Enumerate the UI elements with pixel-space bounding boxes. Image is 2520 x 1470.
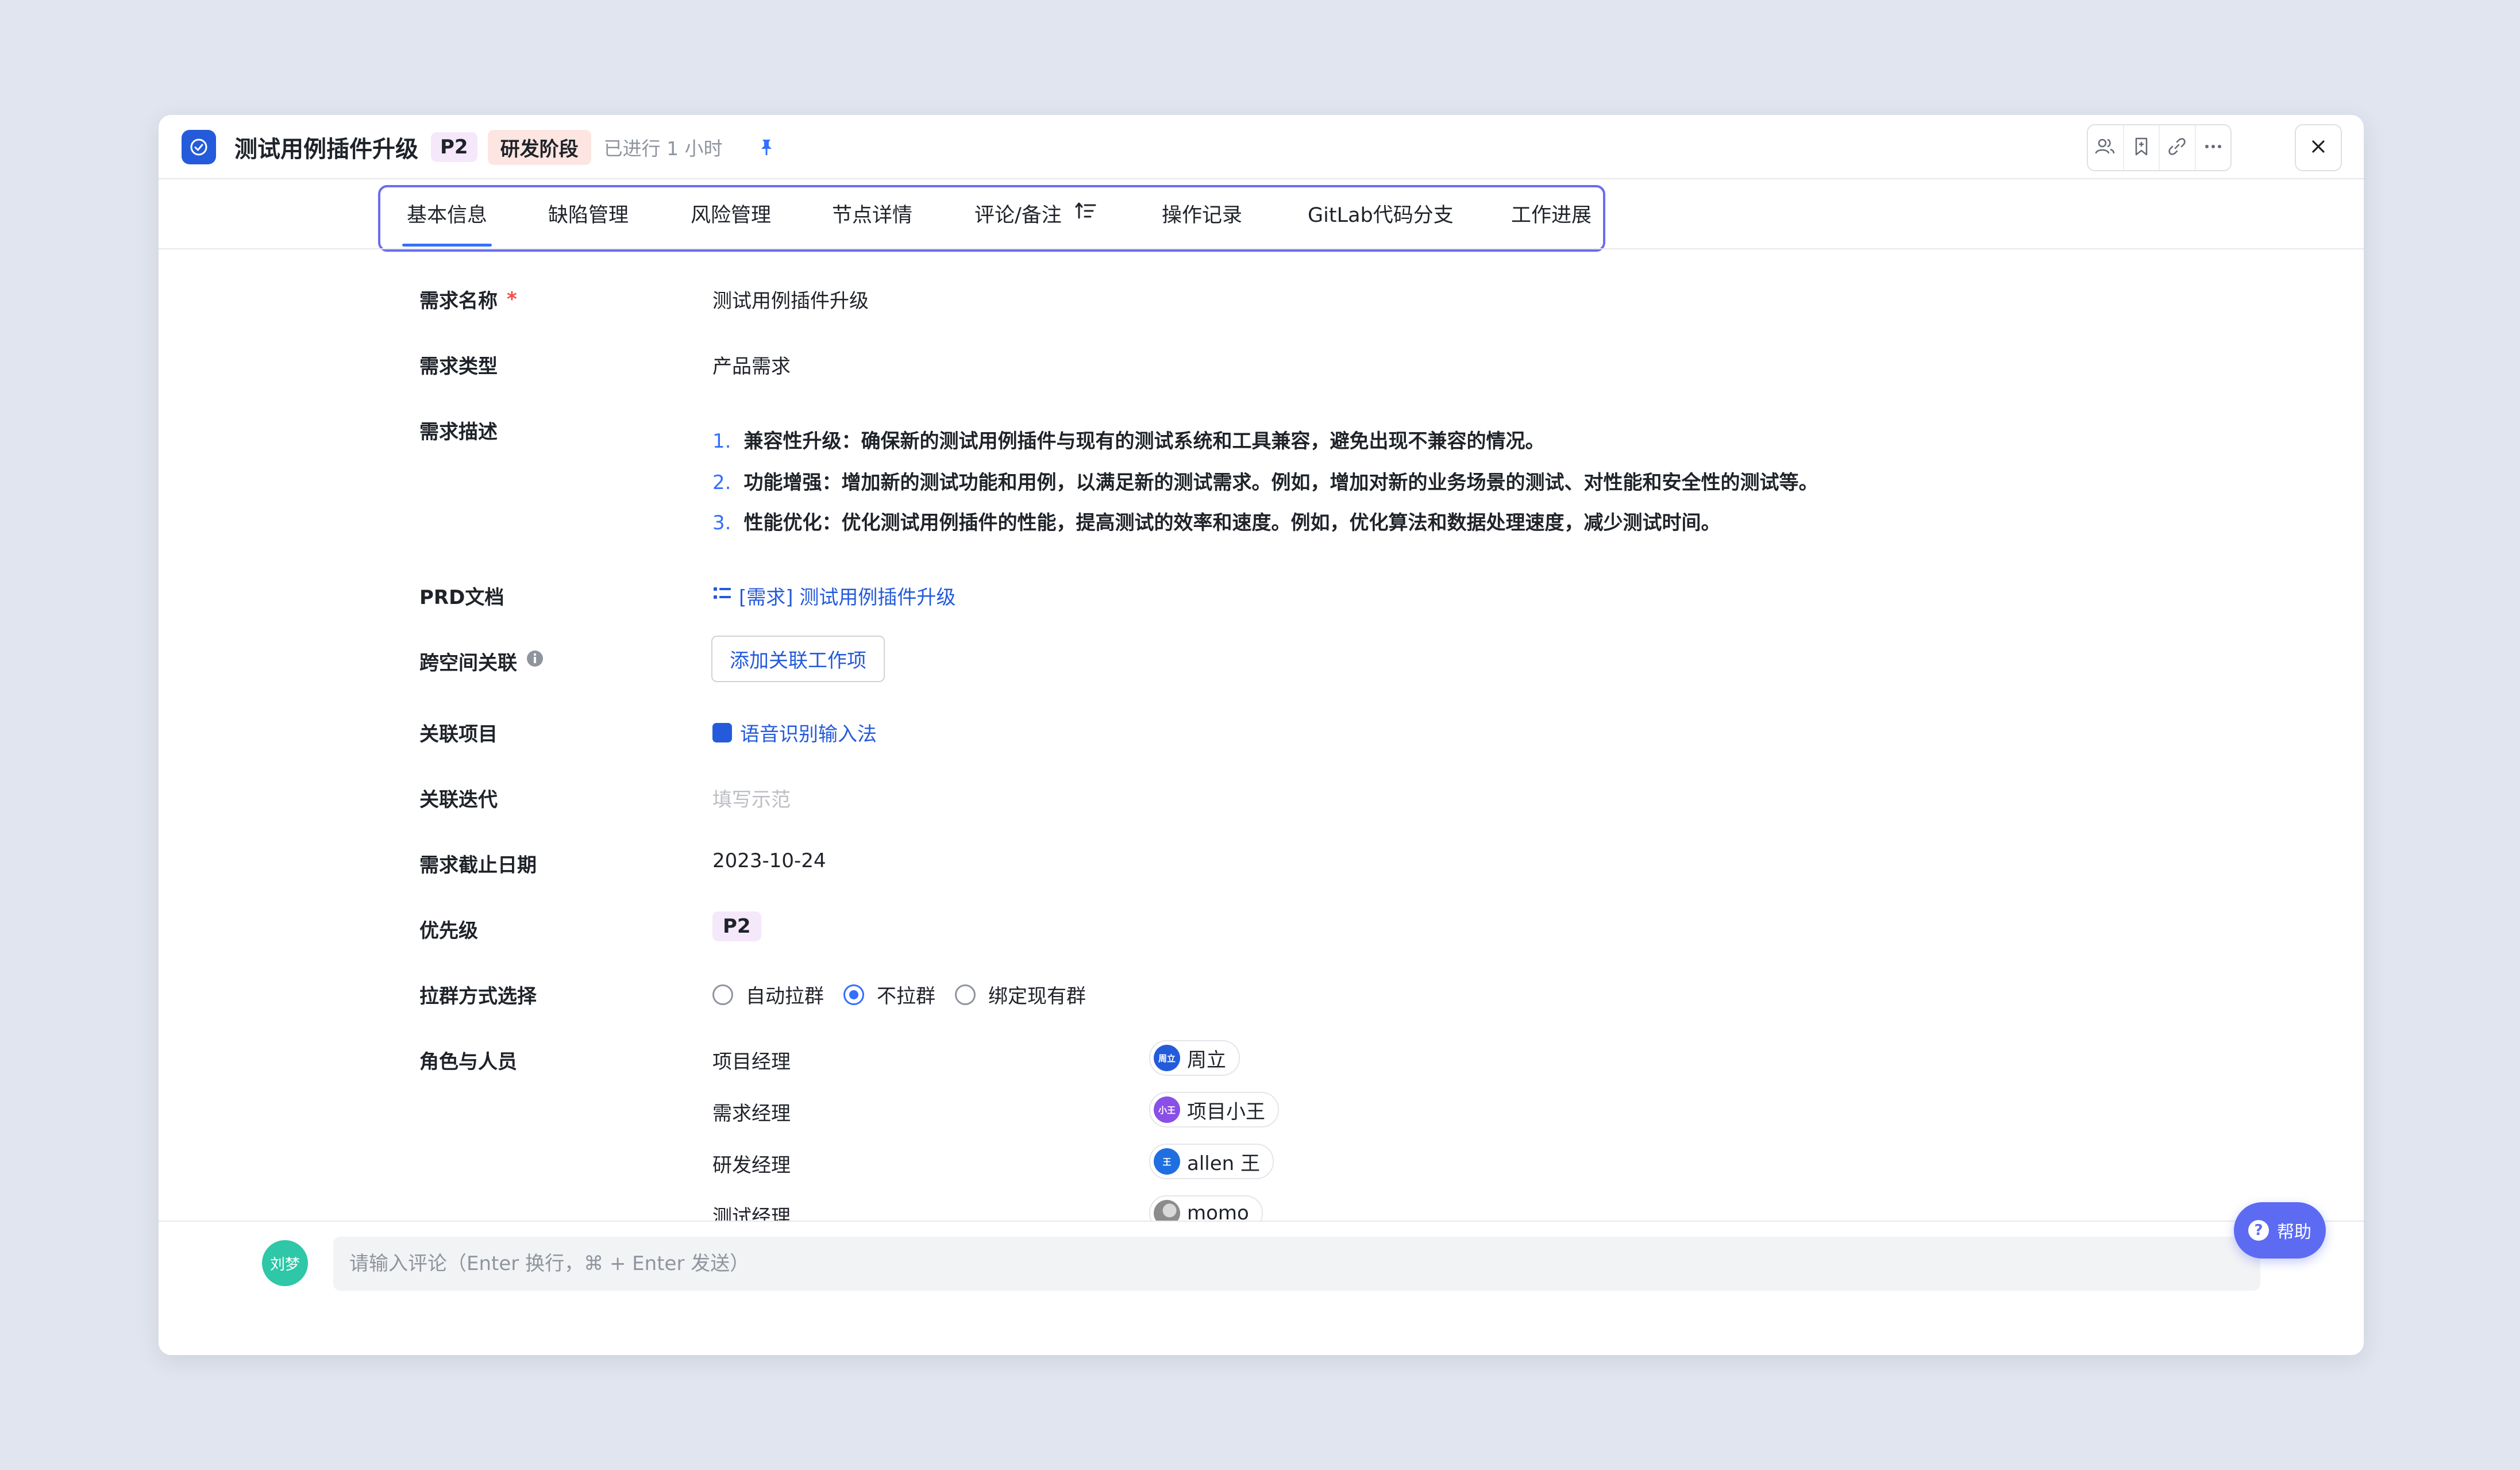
field-label-priority: 优先级 <box>419 919 478 942</box>
more-button[interactable] <box>2196 125 2231 170</box>
tabs-divider <box>159 248 2364 249</box>
bookmark-button[interactable] <box>2124 125 2160 170</box>
project-name: 语音识别输入法 <box>740 723 877 746</box>
current-user-avatar: 刘梦 <box>262 1240 308 1286</box>
more-dots-icon <box>2202 135 2225 160</box>
radio-label[interactable]: 不拉群 <box>877 980 935 1009</box>
comment-footer: 刘梦 <box>159 1221 2364 1355</box>
priority-field[interactable]: P2 <box>712 911 761 941</box>
person-chip[interactable]: 王 allen 王 <box>1149 1144 1274 1179</box>
name-value[interactable]: 测试用例插件升级 <box>712 285 869 313</box>
modal-header: 测试用例插件升级 P2 研发阶段 已进行 1 小时 <box>159 115 2364 178</box>
type-value[interactable]: 产品需求 <box>712 351 791 379</box>
field-label-prd: PRD文档 <box>419 586 504 609</box>
members-button[interactable] <box>2088 125 2124 170</box>
radio-label[interactable]: 绑定现有群 <box>988 980 1086 1009</box>
role-name: 项目经理 <box>712 1050 791 1073</box>
description-text: 性能优化：优化测试用例插件的性能，提高测试的效率和速度。例如，优化算法和数据处理… <box>743 511 1721 534</box>
basic-info-form: 需求名称 * 测试用例插件升级 需求类型 产品需求 需求描述 1. 兼容性升级：确… <box>159 253 2364 1355</box>
bookmark-icon <box>2130 135 2153 160</box>
field-label-cross-space: 跨空间关联 <box>419 647 545 675</box>
field-label-type: 需求类型 <box>419 355 498 378</box>
radio-no-group[interactable] <box>843 984 864 1005</box>
sort-icon[interactable] <box>1074 201 1097 226</box>
help-label: 帮助 <box>2277 1222 2311 1242</box>
prd-link-text: [需求] 测试用例插件升级 <box>739 586 956 609</box>
tab-comments[interactable]: 评论/备注 <box>974 199 1097 228</box>
tab-work-progress[interactable]: 工作进展 <box>1511 199 1592 228</box>
tab-bar: 基本信息 缺陷管理 风险管理 节点详情 评论/备注 操作记录 GitLab代码分… <box>159 179 2364 252</box>
role-name: 需求经理 <box>712 1102 791 1125</box>
person-name: allen 王 <box>1187 1152 1261 1175</box>
description-item: 1. 兼容性升级：确保新的测试用例插件与现有的测试系统和工具兼容，避免出现不兼容的… <box>712 425 1544 453</box>
avatar: 周立 <box>1154 1045 1180 1071</box>
tab-basic-info[interactable]: 基本信息 <box>407 199 487 228</box>
tab-gitlab-branch[interactable]: GitLab代码分支 <box>1308 199 1454 228</box>
tab-risk-management[interactable]: 风险管理 <box>691 199 771 228</box>
name-label-text: 需求名称 <box>419 290 498 313</box>
description-item: 3. 性能优化：优化测试用例插件的性能，提高测试的效率和速度。例如，优化算法和数据… <box>712 507 1720 535</box>
tab-defect-management[interactable]: 缺陷管理 <box>548 199 629 228</box>
elapsed-time: 已进行 1 小时 <box>603 137 723 160</box>
stage-tag[interactable]: 研发阶段 <box>487 129 591 165</box>
role-name: 研发经理 <box>712 1154 791 1177</box>
required-star: * <box>507 287 517 311</box>
help-button[interactable]: ? 帮助 <box>2234 1202 2326 1259</box>
person-name: 周立 <box>1187 1048 1226 1072</box>
page-title: 测试用例插件升级 <box>234 136 418 163</box>
field-label-roles: 角色与人员 <box>419 1050 517 1073</box>
radio-label[interactable]: 自动拉群 <box>746 980 824 1009</box>
person-name: 项目小王 <box>1187 1100 1265 1123</box>
group-radio-group: 自动拉群 不拉群 绑定现有群 <box>712 980 1105 1009</box>
tab-node-details[interactable]: 节点详情 <box>832 199 912 228</box>
radio-auto-group[interactable] <box>712 984 733 1005</box>
copy-link-button[interactable] <box>2160 125 2196 170</box>
list-number: 3. <box>712 511 731 534</box>
person-chip[interactable]: 小王 项目小王 <box>1149 1092 1279 1127</box>
description-item: 2. 功能增强：增加新的测试功能和用例，以满足新的测试需求。例如，增加对新的业务场… <box>712 467 1818 495</box>
close-button[interactable] <box>2295 124 2342 171</box>
add-related-work-item-button[interactable]: 添加关联工作项 <box>711 636 885 682</box>
deadline-value[interactable]: 2023-10-24 <box>712 849 826 872</box>
field-label-group: 拉群方式选择 <box>419 985 537 1008</box>
list-number: 1. <box>712 430 731 453</box>
field-label-description: 需求描述 <box>419 421 498 444</box>
pin-icon[interactable] <box>756 137 777 157</box>
field-label-deadline: 需求截止日期 <box>419 854 537 877</box>
close-icon <box>2308 136 2329 159</box>
tab-comments-label: 评论/备注 <box>974 204 1062 227</box>
avatar: 王 <box>1154 1148 1180 1175</box>
priority-tag[interactable]: P2 <box>431 132 477 162</box>
header-title-group: 测试用例插件升级 P2 研发阶段 已进行 1 小时 <box>182 128 777 167</box>
prd-link[interactable]: [需求] 测试用例插件升级 <box>712 582 955 610</box>
page-stage: 测试用例插件升级 P2 研发阶段 已进行 1 小时 基本信息 缺陷管理 风险管理… <box>0 0 2520 1470</box>
description-text: 兼容性升级：确保新的测试用例插件与现有的测试系统和工具兼容，避免出现不兼容的情况… <box>743 430 1545 453</box>
info-icon[interactable] <box>525 649 545 674</box>
radio-bind-existing-group[interactable] <box>955 984 976 1005</box>
link-icon <box>2165 135 2188 160</box>
person-chip[interactable]: 周立 周立 <box>1149 1040 1240 1076</box>
field-label-project: 关联项目 <box>419 723 498 746</box>
field-label-name: 需求名称 * <box>419 285 517 313</box>
project-link[interactable]: 语音识别输入法 <box>712 718 877 746</box>
description-text: 功能增强：增加新的测试功能和用例，以满足新的测试需求。例如，增加对新的业务场景的… <box>743 471 1818 494</box>
members-icon <box>2094 135 2117 160</box>
iteration-placeholder[interactable]: 填写示范 <box>712 784 791 812</box>
requirement-check-icon <box>182 130 216 164</box>
active-tab-indicator <box>402 244 492 247</box>
list-number: 2. <box>712 471 731 494</box>
field-label-iteration: 关联迭代 <box>419 788 498 811</box>
header-toolbar <box>2087 124 2232 171</box>
requirement-detail-modal: 测试用例插件升级 P2 研发阶段 已进行 1 小时 基本信息 缺陷管理 风险管理… <box>159 115 2364 1355</box>
project-square-icon <box>712 722 732 742</box>
cross-space-label-text: 跨空间关联 <box>419 652 517 675</box>
help-question-icon: ? <box>2248 1220 2269 1241</box>
tab-operation-log[interactable]: 操作记录 <box>1162 199 1242 228</box>
avatar: 小王 <box>1154 1096 1180 1123</box>
priority-chip: P2 <box>712 911 761 941</box>
comment-input[interactable] <box>333 1237 2260 1291</box>
list-doc-icon <box>712 584 732 607</box>
